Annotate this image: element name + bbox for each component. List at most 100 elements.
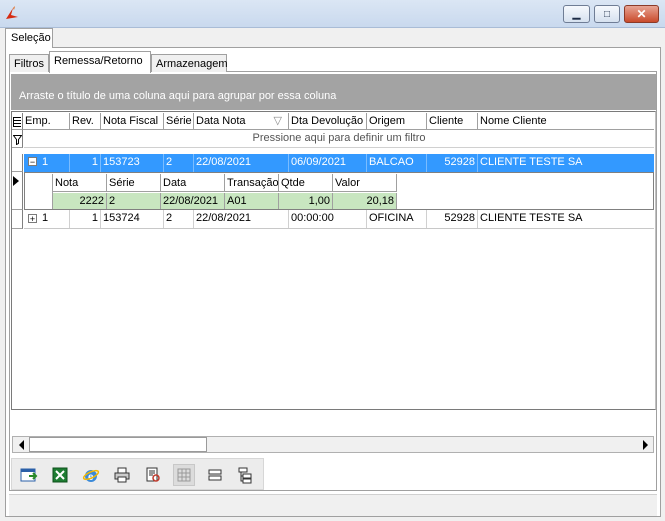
filter-row-hint: Pressione aqui para definir um filtro: [252, 132, 426, 144]
cell-nome-cliente: CLIENTE TESTE SA: [480, 156, 583, 168]
maximize-icon: □: [603, 8, 611, 20]
cell-data-nota: 22/08/2021: [194, 154, 289, 172]
tab-selecao-label: Seleção: [11, 32, 51, 44]
detail-cell-nota[interactable]: 2222: [53, 193, 107, 209]
table-row[interactable]: − 1 1 153723 2 22/08/2021 06/09/2021 BAL…: [24, 154, 654, 172]
column-header-rev[interactable]: Rev.: [70, 113, 101, 130]
cell-origem: OFICINA: [367, 210, 427, 228]
tab-selecao[interactable]: Seleção: [5, 28, 53, 48]
collapse-button[interactable]: [204, 464, 226, 486]
detail-cell-serie[interactable]: 2: [107, 193, 161, 209]
detail-cell-transacao[interactable]: A01: [225, 193, 279, 209]
printer-icon: [114, 467, 130, 483]
configure-icon: [177, 468, 191, 482]
print-preview-icon: [146, 467, 160, 482]
print-preview-button[interactable]: [142, 464, 164, 486]
group-by-hint: Arraste o título de uma coluna aqui para…: [19, 90, 337, 102]
export-button[interactable]: [18, 464, 40, 486]
detail-header-data[interactable]: Data: [161, 174, 225, 192]
tab-filtros[interactable]: Filtros: [9, 54, 49, 72]
collapse-icon: [208, 469, 222, 481]
cell-nome-cliente: CLIENTE TESTE SA: [480, 212, 583, 224]
cell-emp: − 1: [24, 154, 70, 172]
print-button[interactable]: [111, 464, 133, 486]
column-header-nota-fiscal[interactable]: Nota Fiscal: [101, 113, 164, 130]
detail-cell-qtde[interactable]: 1,00: [279, 193, 333, 209]
cell-data-nota: 22/08/2021: [194, 210, 289, 228]
cell-dta-devolucao: 00:00:00: [289, 210, 367, 228]
column-header-label: Origem: [369, 115, 406, 127]
column-header-emp[interactable]: Emp.: [23, 113, 70, 130]
expand-row-icon[interactable]: +: [28, 214, 37, 224]
configure-button[interactable]: [173, 464, 195, 486]
column-header-label: Dta Devolução: [291, 115, 364, 127]
minimize-button[interactable]: ▁: [563, 5, 590, 23]
column-header-serie[interactable]: Série: [164, 113, 194, 130]
cell-emp-value: 1: [42, 156, 49, 168]
column-header-label: Série: [166, 115, 192, 127]
cell-rev: 1: [70, 210, 101, 228]
column-header-origem[interactable]: Origem: [367, 113, 427, 130]
tab-armazenagem-label: Armazenagem: [156, 58, 228, 70]
filter-row[interactable]: Pressione aqui para definir um filtro: [24, 130, 654, 148]
column-header-label: Nome Cliente: [480, 115, 547, 127]
scroll-left-button[interactable]: [13, 438, 29, 452]
cell-origem: BALCAO: [367, 154, 427, 172]
scroll-right-button[interactable]: [637, 438, 653, 452]
cell-dta-devolucao: 06/09/2021: [289, 154, 367, 172]
expand-button[interactable]: [235, 464, 257, 486]
scroll-left-icon: [18, 440, 24, 450]
row-indicator[interactable]: [12, 210, 23, 229]
cell-serie: 2: [164, 154, 194, 172]
row-indicator[interactable]: [12, 154, 23, 172]
cell-nota-fiscal: 153723: [101, 154, 164, 172]
column-chooser-icon[interactable]: [12, 113, 23, 130]
column-header-label: Cliente: [429, 115, 464, 127]
detail-header-qtde[interactable]: Qtde: [279, 174, 333, 192]
column-header-label: Rev.: [72, 115, 94, 127]
scrollbar-thumb[interactable]: [29, 437, 207, 452]
column-header-label: Nota Fiscal: [103, 115, 159, 127]
group-by-panel[interactable]: Arraste o título de uma coluna aqui para…: [11, 74, 656, 110]
collapse-row-icon[interactable]: −: [28, 157, 37, 167]
detail-cell-valor[interactable]: 20,18: [333, 193, 397, 209]
excel-button[interactable]: [49, 464, 71, 486]
column-header-label: Emp.: [25, 115, 51, 127]
detail-header-valor[interactable]: Valor: [333, 174, 397, 192]
tab-armazenagem[interactable]: Armazenagem: [151, 54, 228, 72]
cell-emp-value: 1: [42, 212, 49, 224]
browser-icon: e: [82, 469, 100, 483]
cell-serie: 2: [164, 210, 194, 228]
sort-descending-icon: ▽: [273, 115, 282, 127]
tab-remessa-retorno[interactable]: Remessa/Retorno: [49, 51, 151, 73]
column-header-label: Data Nota: [196, 115, 246, 127]
detail-cell-data[interactable]: 22/08/2021: [161, 193, 225, 209]
current-row-arrow-icon: [13, 176, 19, 186]
browser-button[interactable]: e: [80, 464, 102, 486]
cell-emp: + 1: [24, 210, 70, 228]
app-logo-icon: [4, 5, 20, 21]
column-header-data-nota[interactable]: Data Nota ▽: [194, 113, 289, 130]
filter-icon[interactable]: [12, 131, 23, 147]
cell-rev: 1: [70, 154, 101, 172]
column-header-nome-cliente[interactable]: Nome Cliente: [478, 113, 654, 130]
excel-icon: [52, 467, 68, 483]
tab-remessa-retorno-label: Remessa/Retorno: [54, 55, 143, 67]
expand-icon: [238, 467, 252, 484]
maximize-button[interactable]: □: [594, 5, 620, 23]
minimize-icon: ▁: [572, 8, 581, 20]
detail-header-nota[interactable]: Nota: [53, 174, 107, 192]
table-row[interactable]: + 1 1 153724 2 22/08/2021 00:00:00 OFICI…: [24, 210, 654, 229]
scroll-right-icon: [642, 440, 648, 450]
detail-row-indicator: [41, 174, 53, 209]
status-bar: [9, 494, 657, 516]
cell-cliente: 52928: [427, 154, 478, 172]
column-header-cliente[interactable]: Cliente: [427, 113, 478, 130]
cell-cliente: 52928: [427, 210, 478, 228]
cell-nota-fiscal: 153724: [101, 210, 164, 228]
close-button[interactable]: ✕: [624, 5, 659, 23]
horizontal-scrollbar[interactable]: [12, 436, 654, 453]
detail-header-transacao[interactable]: Transação: [225, 174, 279, 192]
detail-header-serie[interactable]: Série: [107, 174, 161, 192]
column-header-dta-devolucao[interactable]: Dta Devolução: [289, 113, 367, 130]
